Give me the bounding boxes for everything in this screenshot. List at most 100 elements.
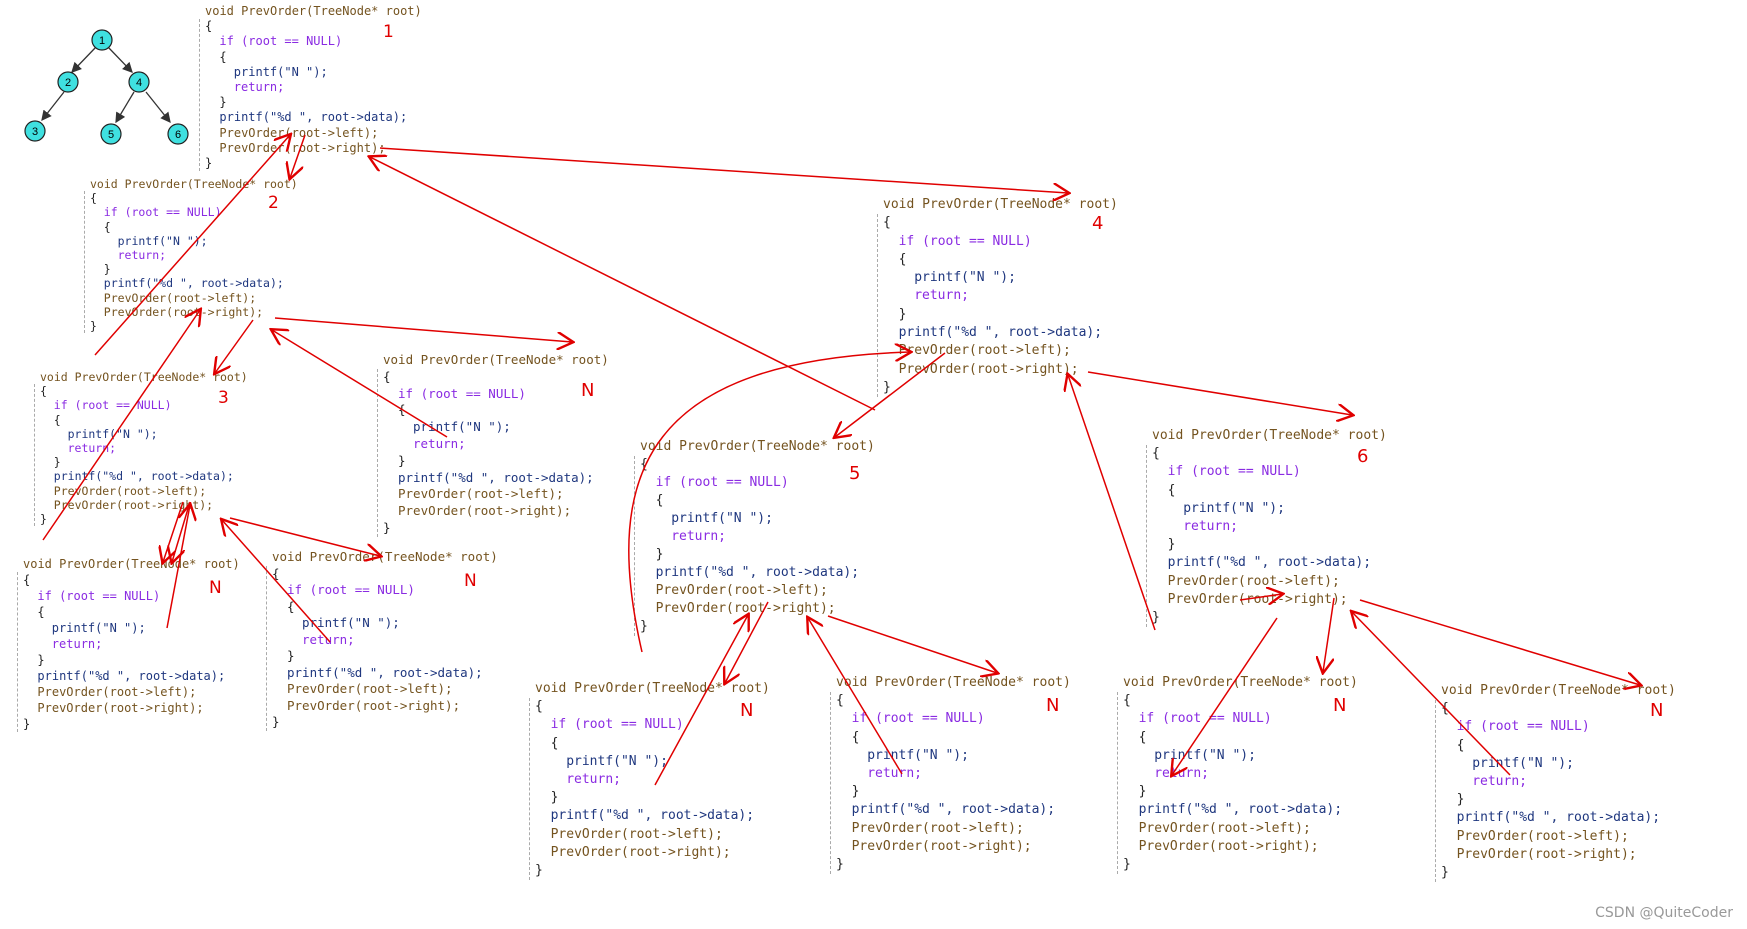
- code-line: }: [851, 784, 860, 800]
- code-line: {: [1138, 729, 1147, 745]
- tree-node-label: 5: [108, 129, 114, 141]
- code-line: {: [1441, 701, 1449, 717]
- tree-node-label: 1: [99, 35, 105, 47]
- code-line: printf("N ");: [233, 64, 328, 79]
- code-block-6: void PrevOrder(TreeNode* root) { if (root …: [1152, 427, 1387, 627]
- indent-guide: [377, 368, 378, 537]
- indent-guide: [1146, 445, 1147, 628]
- code-line: void PrevOrder(TreeNode* root): [23, 557, 240, 571]
- code-line: printf("N ");: [1154, 747, 1256, 763]
- code-line: printf("N ");: [914, 270, 1016, 286]
- code-line: printf("N ");: [1183, 500, 1285, 516]
- code-line: if (root == NULL): [1456, 719, 1590, 735]
- indent-guide: [34, 384, 35, 527]
- code-line: {: [883, 215, 891, 231]
- code-line: PrevOrder(root->right);: [287, 697, 461, 713]
- tree-node-label: 2: [65, 77, 71, 89]
- code-line: PrevOrder(root->right);: [898, 361, 1079, 377]
- code-line: {: [398, 402, 406, 418]
- code-line: return;: [1472, 773, 1527, 789]
- code-line: void PrevOrder(TreeNode* root): [40, 370, 248, 384]
- code-block-null: void PrevOrder(TreeNode* root){if (root …: [1441, 682, 1676, 882]
- code-line: printf("%d ", root->data);: [550, 808, 755, 824]
- binary-tree-diagram: 1 2 4 3 5 6: [24, 29, 189, 145]
- indent-guide: [17, 572, 18, 732]
- code-line: {: [535, 699, 543, 715]
- step-label-3: 3: [218, 388, 229, 408]
- code-line: }: [1138, 784, 1147, 800]
- code-line: if (root == NULL): [103, 205, 222, 220]
- code-line: return;: [302, 631, 355, 647]
- code-line: }: [40, 511, 47, 526]
- code-line: {: [53, 412, 61, 427]
- code-line: PrevOrder(root->left);: [655, 583, 828, 598]
- tree-node-label: 6: [175, 129, 181, 141]
- code-line: return;: [51, 637, 103, 651]
- code-line: {: [103, 219, 111, 234]
- code-line: void PrevOrder(TreeNode* root): [272, 549, 498, 564]
- code-line: }: [103, 262, 111, 277]
- indent-guide: [266, 565, 267, 731]
- code-line: return;: [67, 440, 117, 455]
- code-line: return;: [671, 529, 726, 544]
- indent-guide: [199, 19, 200, 172]
- code-line: void PrevOrder(TreeNode* root): [640, 439, 875, 454]
- code-line: }: [640, 619, 648, 634]
- indent-guide: [877, 214, 878, 398]
- code-line: printf("N ");: [67, 426, 158, 441]
- code-line: }: [287, 648, 295, 663]
- code-line: PrevOrder(root->left);: [851, 820, 1024, 836]
- tree-node-label: 4: [136, 77, 142, 89]
- indent-guide: [830, 692, 831, 875]
- code-line: }: [535, 862, 543, 878]
- code-block-2: void PrevOrder(TreeNode* root){if (root …: [90, 177, 298, 333]
- code-line: printf("%d ", root->data);: [103, 276, 284, 291]
- code-line: PrevOrder(root->right);: [103, 304, 264, 319]
- null-label: N: [209, 578, 222, 598]
- code-line: printf("%d ", root->data);: [37, 669, 226, 683]
- code-line: printf("N ");: [671, 511, 773, 526]
- code-line: PrevOrder(root->right);: [398, 503, 572, 519]
- code-line: return;: [233, 79, 285, 94]
- code-line: printf("N ");: [566, 753, 668, 769]
- step-label-2: 2: [268, 193, 279, 213]
- code-line: return;: [413, 435, 466, 451]
- code-block-null: void PrevOrder(TreeNode* root){if (root …: [535, 680, 770, 880]
- null-label: N: [1650, 700, 1664, 721]
- code-line: {: [851, 729, 860, 745]
- code-line: if (root == NULL): [37, 589, 161, 603]
- code-line: if (root == NULL): [1167, 464, 1301, 480]
- code-line: }: [205, 155, 213, 170]
- code-block-null: void PrevOrder(TreeNode* root){if (root …: [383, 352, 609, 537]
- code-line: void PrevOrder(TreeNode* root): [1152, 428, 1387, 443]
- code-line: {: [219, 49, 227, 64]
- code-line: }: [272, 714, 280, 729]
- code-line: }: [219, 95, 227, 110]
- code-line: PrevOrder(root->right);: [1456, 846, 1637, 862]
- code-line: PrevOrder(root->left);: [898, 343, 1071, 359]
- step-label-4: 4: [1092, 213, 1104, 234]
- code-line: if (root == NULL): [851, 711, 985, 727]
- code-line: void PrevOrder(TreeNode* root): [383, 352, 609, 367]
- code-line: }: [1441, 864, 1449, 880]
- code-line: printf("N ");: [302, 615, 400, 630]
- code-line: PrevOrder(root->right);: [219, 140, 386, 155]
- code-line: PrevOrder(root->left);: [287, 681, 453, 696]
- code-line: printf("N ");: [51, 621, 146, 635]
- code-line: }: [23, 717, 31, 731]
- code-line: PrevOrder(root->left);: [37, 685, 197, 699]
- code-line: PrevOrder(root->left);: [53, 483, 207, 498]
- code-line: if (root == NULL): [655, 475, 789, 490]
- code-line: if (root == NULL): [898, 233, 1032, 249]
- code-line: }: [1123, 856, 1131, 872]
- code-line: if (root == NULL): [550, 717, 684, 733]
- code-block-4: void PrevOrder(TreeNode* root) {if (root …: [883, 196, 1118, 397]
- return-arrow: [1068, 375, 1156, 631]
- code-line: {: [1152, 446, 1160, 462]
- code-line: printf("%d ", root->data);: [655, 565, 860, 580]
- null-label: N: [1333, 695, 1347, 716]
- code-line: printf("%d ", root->data);: [398, 469, 594, 485]
- code-line: {: [640, 457, 648, 472]
- code-line: PrevOrder(root->left);: [103, 290, 257, 305]
- code-line: PrevOrder(root->right);: [1167, 591, 1348, 607]
